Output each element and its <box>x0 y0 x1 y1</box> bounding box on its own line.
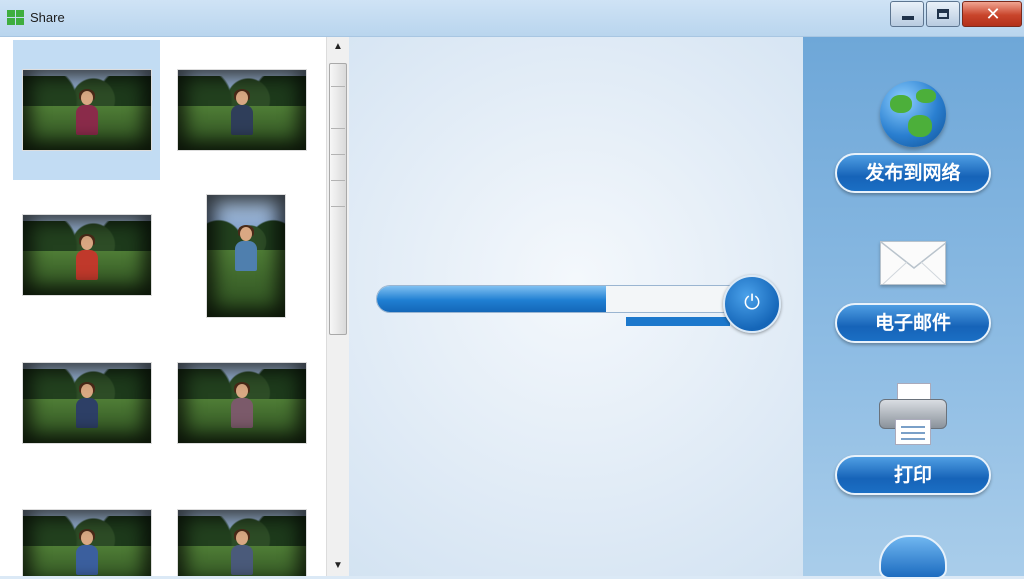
maximize-button[interactable] <box>926 1 960 27</box>
print-button[interactable]: 打印 <box>835 455 991 495</box>
minimize-icon <box>902 16 914 20</box>
progress-accent <box>626 317 730 326</box>
window-title: Share <box>30 10 65 25</box>
progress-track <box>376 285 748 313</box>
power-icon: ⏻ <box>744 290 760 314</box>
power-button[interactable]: ⏻ <box>723 275 781 333</box>
close-icon: ✕ <box>985 4 1001 25</box>
maximize-icon <box>937 9 949 19</box>
app-logo-icon <box>7 10 25 26</box>
printer-icon <box>879 383 947 447</box>
share-actions-panel: 发布到网络 电子邮件 打印 <box>803 37 1024 579</box>
publish-to-web-button[interactable]: 发布到网络 <box>835 153 991 193</box>
email-icon <box>880 241 946 285</box>
photo-thumbnail[interactable] <box>177 362 307 444</box>
thumbnail-grid <box>0 37 326 576</box>
photo-thumbnail[interactable] <box>22 509 152 576</box>
photo-thumbnail[interactable] <box>177 69 307 151</box>
progress-fill <box>377 286 607 312</box>
scroll-thumb[interactable] <box>329 63 347 335</box>
email-button[interactable]: 电子邮件 <box>835 303 991 343</box>
close-button[interactable]: ✕ <box>962 1 1022 27</box>
minimize-button[interactable] <box>890 1 924 27</box>
scroll-up-icon[interactable]: ▲ <box>327 37 349 57</box>
photo-thumbnail[interactable] <box>22 69 152 151</box>
globe-icon <box>880 81 946 147</box>
thumbnail-scrollbar[interactable]: ▲ ▼ <box>326 37 349 576</box>
scroll-down-icon[interactable]: ▼ <box>327 556 349 576</box>
title-bar: Share ✕ <box>0 0 1024 37</box>
cloud-icon[interactable] <box>879 535 947 579</box>
photo-thumbnail[interactable] <box>177 509 307 576</box>
photo-thumbnail[interactable] <box>22 214 152 296</box>
photo-thumbnail[interactable] <box>22 362 152 444</box>
preview-area: ⏻ <box>349 37 803 576</box>
photo-thumbnail[interactable] <box>206 194 286 318</box>
